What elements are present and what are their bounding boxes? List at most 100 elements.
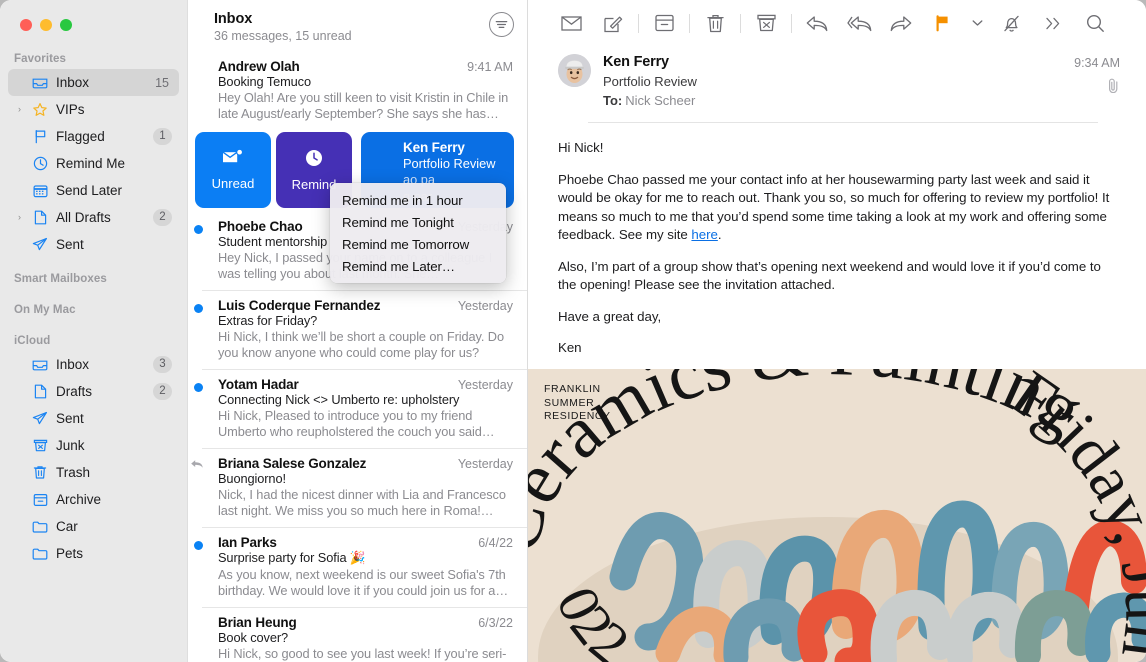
star-icon [31,102,49,118]
list-item[interactable]: Andrew Olah 9:41 AM Booking Temuco Hey O… [202,52,527,130]
message-sender: Ken Ferry [603,54,669,70]
site-link[interactable]: here [691,227,717,242]
poster-corner-text: 022 [544,577,642,662]
search-button[interactable] [1074,8,1116,38]
paperplane-icon [31,237,49,252]
sidebar-item-remind-me[interactable]: Remind Me [8,150,179,177]
folder-icon [31,520,49,533]
list-item[interactable]: Briana Salese Gonzalez Yesterday Buongio… [191,449,527,528]
swipe-unread-button[interactable]: Unread [195,132,271,208]
sidebar-item-inbox-icloud[interactable]: Inbox 3 [8,351,179,378]
menu-item-remind-later[interactable]: Remind me Later… [330,255,506,277]
message-list-pane: Inbox 36 messages, 15 unread Andrew Olah… [188,0,528,662]
message-recipients: To: Nick Scheer [603,93,1124,108]
menu-item-remind-1-hour[interactable]: Remind me in 1 hour [330,189,506,211]
header-divider [588,122,1098,123]
clock-icon [305,149,323,170]
sidebar: Favorites Inbox 15 › VIPs Flagged 1 Remi… [0,0,188,662]
poster-headline: Ceramics & Painting Friday, June 022 [528,369,1146,662]
paperclip-icon[interactable] [1074,78,1120,96]
swipe-unread-label: Unread [211,176,255,191]
sidebar-item-pets[interactable]: Pets [8,540,179,567]
message-preview: As you know, next weekend is our sweet S… [218,567,509,598]
minimize-button[interactable] [40,19,52,31]
flag-icon [31,129,49,144]
list-item[interactable]: Ian Parks 6/4/22 Surprise party for Sofi… [194,528,527,608]
folder-icon [31,547,49,560]
sidebar-item-count: 15 [155,75,169,90]
close-button[interactable] [20,19,32,31]
sidebar-item-car[interactable]: Car [8,513,179,540]
sidebar-item-trash[interactable]: Trash [8,459,179,486]
body-signature: Ken [558,340,582,355]
message-sender: Briana Salese Gonzalez [218,456,367,471]
message-date: Yesterday [457,299,513,313]
sidebar-item-archive[interactable]: Archive [8,486,179,513]
sidebar-item-label: All Drafts [56,210,111,225]
reader-pane: Ken Ferry Portfolio Review To: Nick Schee… [528,0,1146,662]
toolbar [528,0,1146,46]
junk-button[interactable] [745,8,787,38]
reply-all-button[interactable] [838,8,880,38]
disclosure-icon[interactable]: › [15,213,24,222]
sidebar-item-all-drafts[interactable]: › All Drafts 2 [8,204,179,231]
sidebar-section-icloud: Inbox 3 Drafts 2 Sent Junk Trash Archive… [0,351,187,567]
document-icon [31,384,49,399]
attachment-poster[interactable]: FRANKLIN SUMMER RESIDENCY amic ting Frid… [528,369,1146,662]
menu-item-remind-tonight[interactable]: Remind me Tonight [330,211,506,233]
message-sender: Andrew Olah [218,59,300,74]
compose-button[interactable] [592,8,634,38]
sidebar-item-count: 3 [153,356,172,373]
sidebar-item-count: 1 [153,128,172,145]
zoom-button[interactable] [60,19,72,31]
sidebar-item-sent-favorites[interactable]: Sent [8,231,179,258]
message-header: Ken Ferry Portfolio Review To: Nick Schee… [528,46,1146,123]
sidebar-section-favorites: Inbox 15 › VIPs Flagged 1 Remind Me Send… [0,69,187,258]
unread-indicator [194,541,203,550]
forward-button[interactable] [880,8,922,38]
message-preview: Hi Nick, so good to see you last week! I… [218,646,507,662]
list-item[interactable]: Brian Heung 6/3/22 Book cover? Hi Nick, … [202,608,527,662]
svg-text:Ceramics & Painting: Ceramics & Painting [528,369,1097,560]
poster-arc-text: Ceramics & Painting [528,369,1097,560]
message-subject: Buongiorno! [218,471,286,486]
sidebar-item-label: Inbox [56,75,90,90]
sidebar-item-drafts[interactable]: Drafts 2 [8,378,179,405]
sidebar-item-count: 2 [153,209,172,226]
sidebar-item-inbox-favorites[interactable]: Inbox 15 [8,69,179,96]
filter-sort-icon[interactable] [489,12,514,37]
to-value[interactable]: Nick Scheer [622,93,695,108]
list-item[interactable]: Luis Coderque Fernandez Yesterday Extras… [194,291,527,370]
sidebar-item-junk[interactable]: Junk [8,432,179,459]
sidebar-item-send-later[interactable]: Send Later [8,177,179,204]
mute-button[interactable] [990,8,1032,38]
sidebar-item-label: Car [56,519,78,534]
more-button[interactable] [1032,8,1074,38]
flag-button[interactable] [922,8,964,38]
sidebar-item-vips[interactable]: › VIPs [8,96,179,123]
flag-menu-button[interactable] [964,8,990,38]
message-body: Hi Nick! Phoebe Chao passed me your cont… [528,123,1146,358]
disclosure-icon[interactable]: › [15,105,24,114]
message-date: 6/3/22 [478,616,513,630]
sidebar-item-sent-icloud[interactable]: Sent [8,405,179,432]
junk-icon [31,438,49,453]
message-sender: Brian Heung [218,615,297,630]
mark-unread-button[interactable] [550,8,592,38]
message-preview: Hey Olah! Are you still keen to visit Kr… [218,90,509,121]
delete-button[interactable] [694,8,736,38]
sidebar-item-label: Junk [56,438,85,453]
sidebar-section-favorites-title: Favorites [14,53,67,65]
archive-button[interactable] [643,8,685,38]
message-subject: Book cover? [218,630,289,645]
menu-item-remind-tomorrow[interactable]: Remind me Tomorrow [330,233,506,255]
archive-icon [31,493,49,507]
unread-indicator [194,304,203,313]
replied-icon [190,458,204,473]
reply-button[interactable] [796,8,838,38]
message-date: Yesterday [457,378,513,392]
remind-me-context-menu[interactable]: Remind me in 1 hour Remind me Tonight Re… [330,183,506,283]
list-item[interactable]: Yotam Hadar Yesterday Connecting Nick <>… [194,370,527,449]
sidebar-item-flagged[interactable]: Flagged 1 [8,123,179,150]
window-controls[interactable] [0,0,187,31]
